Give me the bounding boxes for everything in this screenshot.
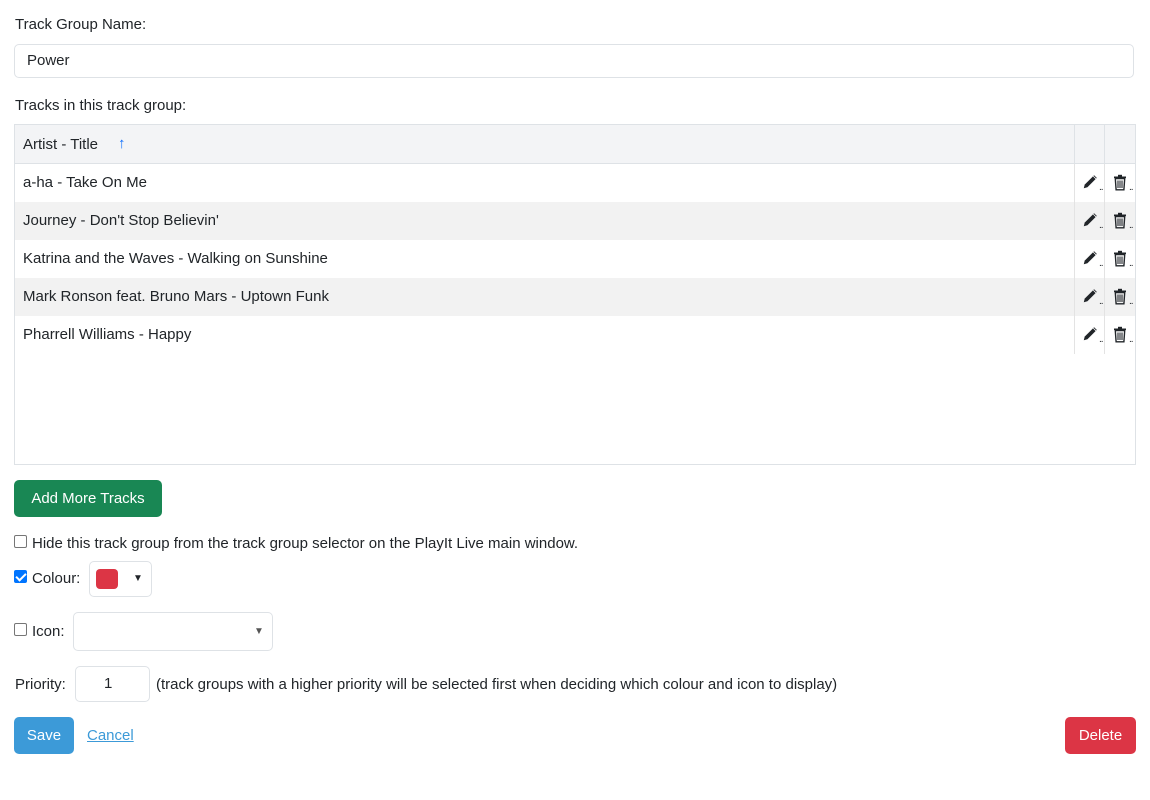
caret-down-icon: ▼ bbox=[254, 626, 264, 637]
column-divider bbox=[1074, 278, 1075, 316]
column-divider bbox=[1074, 125, 1075, 164]
tracks-table: Artist - Title ↑ a-ha - Take On Me.... Jo… bbox=[14, 124, 1136, 465]
track-group-name-label: Track Group Name: bbox=[15, 16, 147, 33]
pencil-icon[interactable]: .. bbox=[1082, 174, 1104, 192]
delete-button[interactable]: Delete bbox=[1065, 717, 1136, 754]
column-header-artist-title[interactable]: Artist - Title bbox=[23, 125, 98, 164]
colour-swatch bbox=[96, 569, 118, 589]
column-divider bbox=[1104, 316, 1105, 354]
column-divider bbox=[1074, 202, 1075, 240]
column-divider bbox=[1104, 278, 1105, 316]
priority-label: Priority: bbox=[15, 676, 66, 693]
trash-icon[interactable]: .. bbox=[1112, 288, 1134, 306]
table-row[interactable]: Mark Ronson feat. Bruno Mars - Uptown Fu… bbox=[15, 278, 1135, 316]
table-row[interactable]: a-ha - Take On Me.... bbox=[15, 164, 1135, 202]
hide-track-group-label: Hide this track group from the track gro… bbox=[32, 535, 579, 552]
column-divider bbox=[1104, 240, 1105, 278]
priority-input[interactable]: 1 bbox=[75, 666, 150, 702]
column-divider bbox=[1104, 125, 1105, 164]
table-header: Artist - Title ↑ bbox=[15, 125, 1135, 164]
table-row[interactable]: Journey - Don't Stop Believin'.... bbox=[15, 202, 1135, 240]
track-artist-title: Journey - Don't Stop Believin' bbox=[23, 212, 219, 229]
pencil-icon[interactable]: .. bbox=[1082, 326, 1104, 344]
track-artist-title: Katrina and the Waves - Walking on Sunsh… bbox=[23, 250, 328, 267]
column-divider bbox=[1074, 164, 1075, 202]
track-artist-title: a-ha - Take On Me bbox=[23, 174, 147, 191]
colour-picker[interactable]: ▼ bbox=[89, 561, 152, 597]
table-row[interactable]: Pharrell Williams - Happy.... bbox=[15, 316, 1135, 354]
caret-down-icon: ▼ bbox=[133, 573, 143, 584]
column-divider bbox=[1074, 240, 1075, 278]
colour-label: Colour: bbox=[32, 570, 81, 587]
column-divider bbox=[1104, 202, 1105, 240]
cancel-link[interactable]: Cancel bbox=[87, 717, 134, 754]
icon-select[interactable]: ▼ bbox=[73, 612, 273, 651]
hide-track-group-checkbox[interactable] bbox=[14, 535, 27, 548]
add-more-tracks-button[interactable]: Add More Tracks bbox=[14, 480, 162, 517]
save-button[interactable]: Save bbox=[14, 717, 74, 754]
trash-icon[interactable]: .. bbox=[1112, 326, 1134, 344]
track-group-name-input[interactable]: Power bbox=[14, 44, 1134, 78]
table-row[interactable]: Katrina and the Waves - Walking on Sunsh… bbox=[15, 240, 1135, 278]
trash-icon[interactable]: .. bbox=[1112, 174, 1134, 192]
track-artist-title: Mark Ronson feat. Bruno Mars - Uptown Fu… bbox=[23, 288, 329, 305]
pencil-icon[interactable]: .. bbox=[1082, 212, 1104, 230]
icon-checkbox[interactable] bbox=[14, 623, 27, 636]
tracks-label: Tracks in this track group: bbox=[15, 97, 187, 114]
colour-checkbox[interactable] bbox=[14, 570, 27, 583]
pencil-icon[interactable]: .. bbox=[1082, 288, 1104, 306]
sort-ascending-icon[interactable]: ↑ bbox=[118, 125, 126, 162]
trash-icon[interactable]: .. bbox=[1112, 250, 1134, 268]
pencil-icon[interactable]: .. bbox=[1082, 250, 1104, 268]
trash-icon[interactable]: .. bbox=[1112, 212, 1134, 230]
column-divider bbox=[1104, 164, 1105, 202]
track-artist-title: Pharrell Williams - Happy bbox=[23, 326, 192, 343]
column-divider bbox=[1074, 316, 1075, 354]
icon-label: Icon: bbox=[32, 623, 65, 640]
priority-hint: (track groups with a higher priority wil… bbox=[156, 676, 838, 693]
